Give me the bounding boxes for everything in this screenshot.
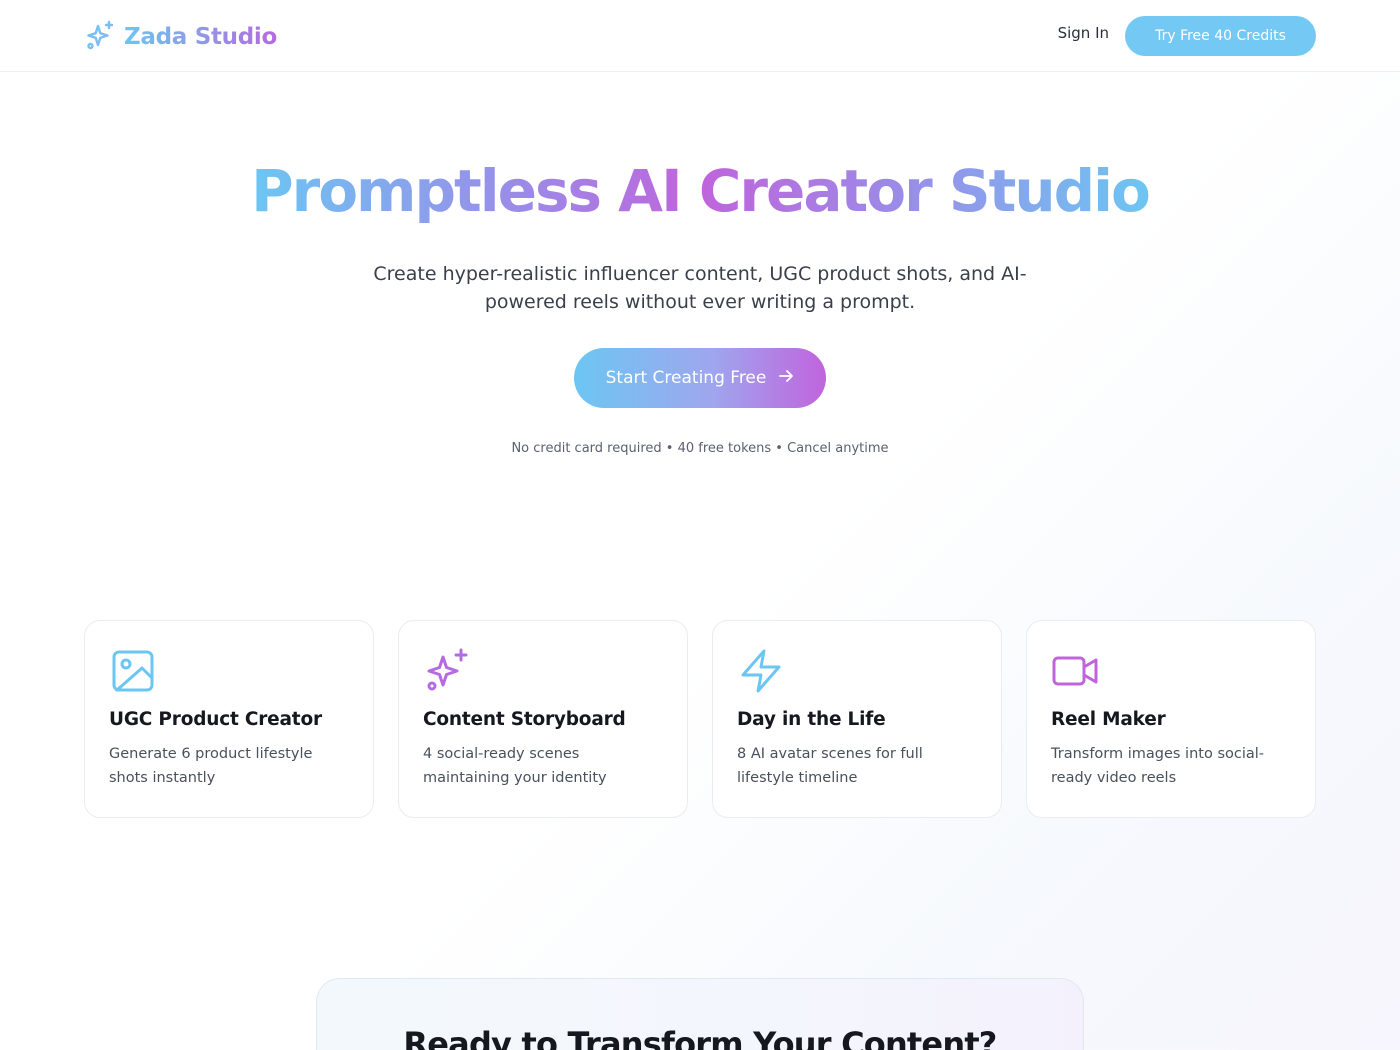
feature-cards: UGC Product Creator Generate 6 product l… [84, 620, 1316, 818]
hero-fineprint: No credit card required • 40 free tokens… [511, 441, 889, 456]
feature-description: 8 AI avatar scenes for full lifestyle ti… [737, 746, 923, 786]
brand-name: Zada Studio [124, 24, 277, 50]
sign-in-link[interactable]: Sign In [1058, 24, 1109, 42]
lightning-icon [737, 647, 785, 695]
start-creating-button[interactable]: Start Creating Free [574, 348, 826, 408]
sparkles-logo-icon [84, 19, 116, 55]
feature-card-reel-maker[interactable]: Reel Maker Transform images into social-… [1026, 620, 1316, 818]
sparkles-icon [423, 647, 471, 695]
hero-title: Promptless AI Creator Studio [0, 152, 1400, 230]
feature-description: 4 social-ready scenes maintaining your i… [423, 746, 607, 786]
brand-logo[interactable]: Zada Studio [84, 19, 277, 55]
feature-title: Reel Maker [1051, 709, 1166, 730]
feature-title: Day in the Life [737, 709, 886, 730]
arrow-right-icon [778, 368, 794, 389]
feature-title: Content Storyboard [423, 709, 626, 730]
hero-title-text: Promptless AI Creator Studio [251, 157, 1151, 225]
try-free-button[interactable]: Try Free 40 Credits [1125, 16, 1316, 56]
feature-card-ugc[interactable]: UGC Product Creator Generate 6 product l… [84, 620, 374, 818]
cta-section: Ready to Transform Your Content? [316, 978, 1084, 1050]
feature-description: Generate 6 product lifestyle shots insta… [109, 746, 313, 786]
video-camera-icon [1051, 647, 1099, 695]
start-creating-label: Start Creating Free [605, 368, 767, 388]
feature-description: Transform images into social-ready video… [1051, 746, 1265, 786]
feature-card-day-in-life[interactable]: Day in the Life 8 AI avatar scenes for f… [712, 620, 1002, 818]
cta-section-title: Ready to Transform Your Content? [403, 1025, 997, 1050]
feature-card-storyboard[interactable]: Content Storyboard 4 social-ready scenes… [398, 620, 688, 818]
image-icon [109, 647, 157, 695]
top-navbar: Zada Studio Sign In Try Free 40 Credits [0, 0, 1400, 72]
hero-subtitle: Create hyper-realistic influencer conten… [373, 263, 1027, 313]
feature-title: UGC Product Creator [109, 709, 322, 730]
